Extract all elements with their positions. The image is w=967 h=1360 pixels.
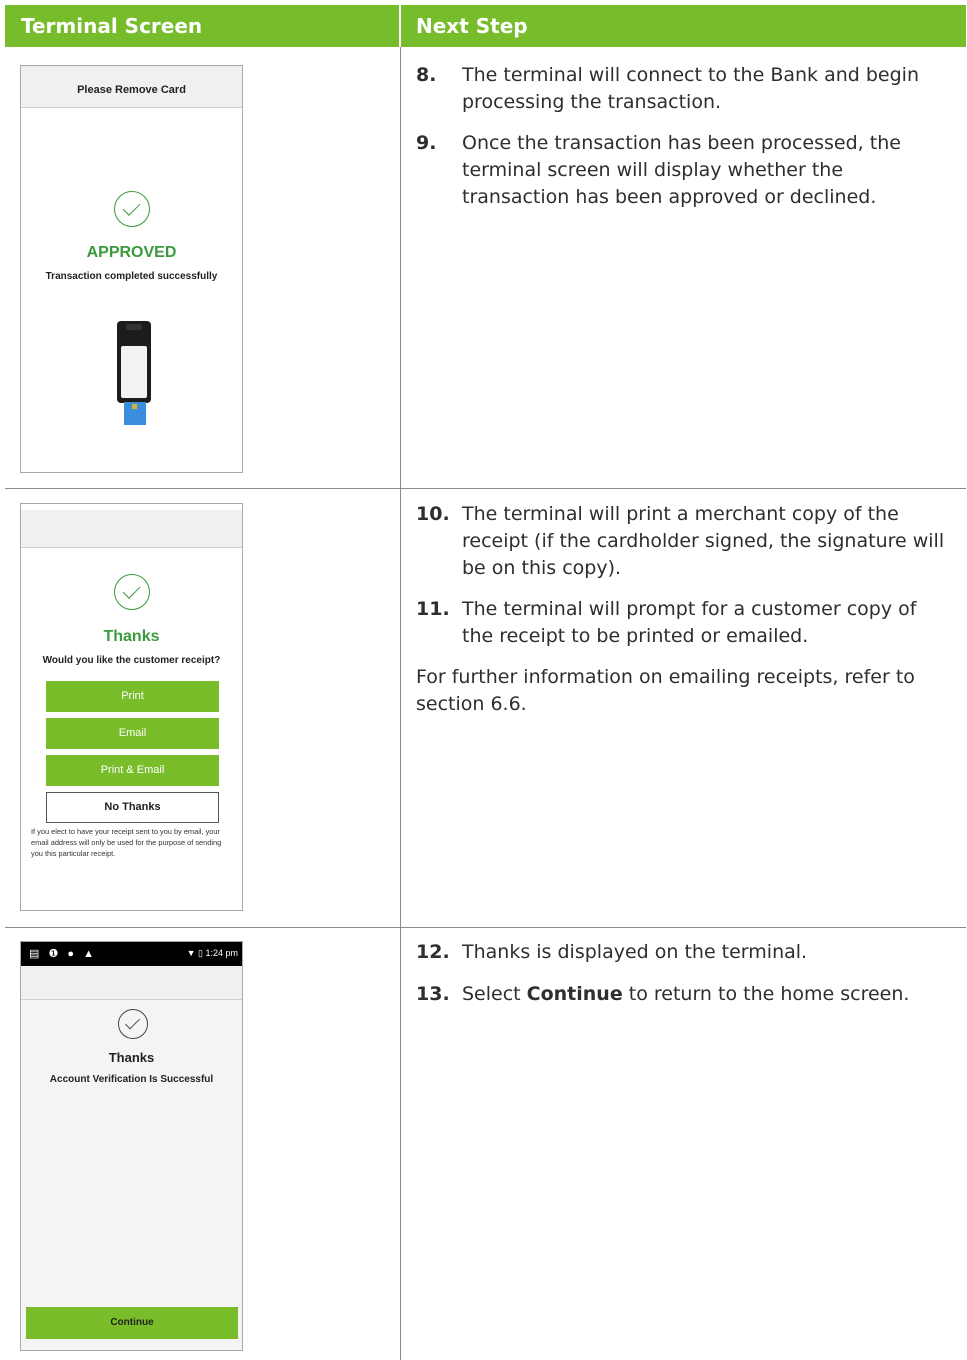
row-divider <box>5 488 966 489</box>
status-time: ▼ ▯ 1:24 pm <box>186 948 238 958</box>
header-terminal-screen: Terminal Screen <box>5 5 399 47</box>
step-text: The terminal will prompt for a customer … <box>462 598 917 647</box>
step-number: 11. <box>416 598 450 620</box>
screen-title-bar: Please Remove Card <box>21 66 242 108</box>
terminal-display <box>121 346 147 398</box>
no-thanks-button[interactable]: No Thanks <box>46 792 219 823</box>
step-9: 9. Once the transaction has been process… <box>416 130 951 211</box>
continue-keyword: Continue <box>526 983 623 1005</box>
terminal-top <box>126 324 142 330</box>
step-number: 13. <box>416 983 450 1005</box>
status-bar: ▤ ❶ ● ▲ ▼ ▯ 1:24 pm <box>21 942 242 966</box>
step-text: The terminal will print a merchant copy … <box>462 503 945 579</box>
row-divider <box>5 927 966 928</box>
terminal-screen-thanks: ▤ ❶ ● ▲ ▼ ▯ 1:24 pm Thanks Account Verif… <box>20 941 243 1351</box>
terminal-screen-receipt: Thanks Would you like the customer recei… <box>20 503 243 911</box>
receipt-note: For further information on emailing rece… <box>416 666 915 715</box>
step-13: 13. Select Continue to return to the hom… <box>416 981 951 1008</box>
card-chip <box>132 404 137 409</box>
step-10: 10. The terminal will print a merchant c… <box>416 501 951 582</box>
header-next-step: Next Step <box>401 5 966 47</box>
email-button[interactable]: Email <box>46 718 219 749</box>
step-text: The terminal will connect to the Bank an… <box>462 64 919 113</box>
step-text-post: to return to the home screen. <box>622 983 910 1005</box>
step-text: Once the transaction has been processed,… <box>462 132 901 208</box>
step-8: 8. The terminal will connect to the Bank… <box>416 62 951 116</box>
step-number: 9. <box>416 132 437 154</box>
step-11: 11. The terminal will prompt for a custo… <box>416 596 951 650</box>
approved-title: APPROVED <box>86 244 177 261</box>
screen-title-bar <box>21 966 242 1000</box>
continue-button[interactable]: Continue <box>26 1307 238 1339</box>
check-circle-icon <box>118 1009 148 1039</box>
print-button[interactable]: Print <box>46 681 219 712</box>
print-email-button[interactable]: Print & Email <box>46 755 219 786</box>
step-text: Select Continue to return to the home sc… <box>416 981 951 1008</box>
step-number: 10. <box>416 503 450 525</box>
step-number: 8. <box>416 64 437 86</box>
approved-message: Transaction completed successfully <box>45 271 218 282</box>
step-text: Thanks is displayed on the terminal. <box>462 941 808 963</box>
screen-title-bar <box>21 510 242 548</box>
step-number: 12. <box>416 941 450 963</box>
check-circle-icon <box>114 191 150 227</box>
status-icons: ▤ ❶ ● ▲ <box>29 948 97 960</box>
verification-message: Account Verification Is Successful <box>49 1074 214 1085</box>
check-circle-icon <box>114 574 150 610</box>
receipt-question: Would you like the customer receipt? <box>42 655 221 666</box>
thanks-title: Thanks <box>108 1050 155 1065</box>
payment-terminal-illustration <box>117 321 151 403</box>
step-12: 12. Thanks is displayed on the terminal. <box>416 939 951 966</box>
terminal-screen-approved: Please Remove Card APPROVED Transaction … <box>20 65 243 473</box>
email-privacy-note: If you elect to have your receipt sent t… <box>31 827 222 858</box>
column-divider <box>400 47 401 1360</box>
step-text-pre: Select <box>462 983 527 1005</box>
card-icon <box>124 402 146 425</box>
thanks-title: Thanks <box>103 628 160 645</box>
